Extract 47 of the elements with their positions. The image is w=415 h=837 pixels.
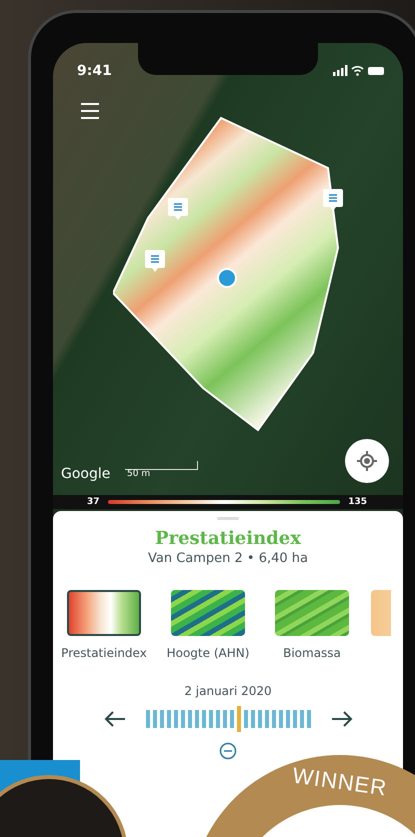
- timeline-tick[interactable]: [250, 710, 254, 728]
- timeline-tick[interactable]: [166, 710, 170, 728]
- timeline-tick[interactable]: [292, 710, 296, 728]
- field-info: Van Campen 2 • 6,40 ha: [148, 551, 308, 566]
- timeline-tick[interactable]: [188, 710, 192, 728]
- locate-button[interactable]: [345, 439, 389, 483]
- drag-handle[interactable]: [217, 517, 239, 520]
- legend-min: 37: [87, 497, 100, 507]
- timeline-tick[interactable]: [230, 710, 234, 728]
- layer-option[interactable]: Prestatieindex: [59, 590, 149, 660]
- map-attribution: Google: [61, 466, 110, 482]
- timeline-tick[interactable]: [264, 710, 268, 728]
- timeline-tick[interactable]: [300, 710, 304, 728]
- next-arrow-icon[interactable]: [330, 710, 352, 728]
- note-marker-icon[interactable]: [323, 189, 343, 211]
- timeline-tick[interactable]: [244, 710, 248, 728]
- timeline-tick[interactable]: [236, 706, 240, 732]
- note-marker-icon[interactable]: [145, 250, 165, 272]
- timeline-tick[interactable]: [146, 710, 150, 728]
- sheet-title: Prestatieindex: [155, 528, 301, 549]
- menu-icon[interactable]: [79, 101, 101, 121]
- status-icons: [333, 65, 385, 76]
- status-time: 9:41: [77, 63, 112, 79]
- timeline-tick[interactable]: [286, 710, 290, 728]
- badge-text: WINNER: [290, 762, 390, 803]
- timeline-tick[interactable]: [202, 710, 206, 728]
- zoom-out-icon[interactable]: [219, 742, 237, 760]
- timeline-tick[interactable]: [278, 710, 282, 728]
- timeline-tick[interactable]: [174, 710, 178, 728]
- scale-label: 50 m: [127, 469, 150, 479]
- layer-option[interactable]: Biomassa: [267, 590, 357, 660]
- timeline-tick[interactable]: [216, 710, 220, 728]
- timeline-tick[interactable]: [222, 710, 226, 728]
- timeline-tick[interactable]: [272, 710, 276, 728]
- legend-max: 135: [348, 497, 367, 507]
- timeline-tick[interactable]: [208, 710, 212, 728]
- layer-option[interactable]: Hoogte (AHN): [163, 590, 253, 660]
- previous-arrow-icon[interactable]: [104, 710, 126, 728]
- timeline-tick[interactable]: [160, 710, 164, 728]
- timeline-tick[interactable]: [152, 710, 156, 728]
- timeline-tick[interactable]: [306, 710, 310, 728]
- timeline-tick[interactable]: [180, 710, 184, 728]
- timeline-tick[interactable]: [258, 710, 262, 728]
- timeline-tick[interactable]: [194, 710, 198, 728]
- crosshair-icon: [357, 451, 377, 471]
- note-marker-icon[interactable]: [168, 198, 188, 220]
- timeline-date: 2 januari 2020: [184, 684, 272, 698]
